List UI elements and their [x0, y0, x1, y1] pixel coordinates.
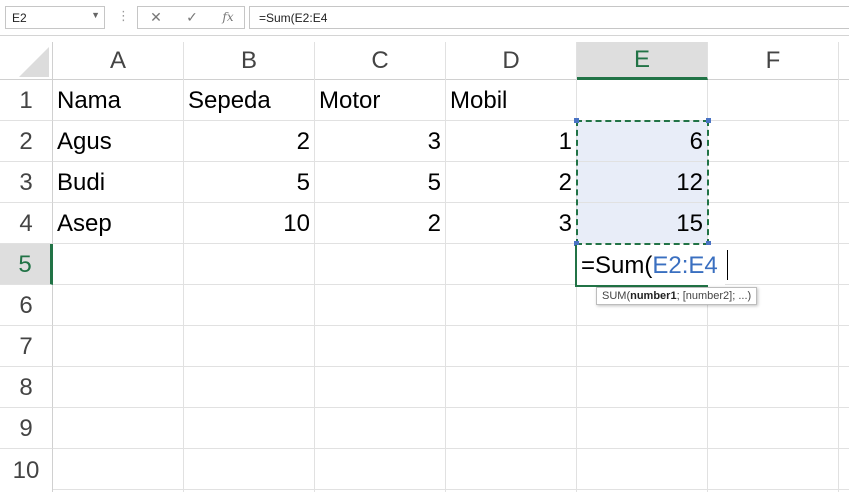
- more-options-icon[interactable]: ⋮: [117, 9, 130, 23]
- row-header-10[interactable]: 10: [0, 449, 53, 492]
- row-header-3[interactable]: 3: [0, 162, 53, 203]
- row-header-6[interactable]: 6: [0, 285, 53, 326]
- column-header-d[interactable]: D: [446, 42, 577, 80]
- grid-line: [838, 80, 839, 492]
- grid-line: [53, 284, 849, 285]
- cell-a2[interactable]: Agus: [53, 121, 183, 162]
- formula-buttons: ✕ ✓ fx: [137, 6, 245, 29]
- cell-b4[interactable]: 10: [184, 203, 314, 244]
- formula-bar: E2 ▼ ⋮ ✕ ✓ fx =Sum(E2:E4: [0, 0, 849, 36]
- cell-a1[interactable]: Nama: [53, 80, 183, 121]
- cell-c3[interactable]: 5: [315, 162, 445, 203]
- text-caret: [727, 250, 728, 280]
- cell-d3[interactable]: 2: [446, 162, 576, 203]
- cell-d2[interactable]: 1: [446, 121, 576, 162]
- grid-line: [53, 407, 849, 408]
- formula-text: =Sum(E2:E4: [259, 11, 328, 25]
- row-header-8[interactable]: 8: [0, 367, 53, 408]
- grid-line: [53, 366, 849, 367]
- column-header-row: A B C D E F: [0, 42, 849, 80]
- chevron-down-icon[interactable]: ▼: [91, 10, 100, 20]
- formula-prefix: =Sum(: [581, 252, 653, 279]
- cell-e5-formula: =Sum(E2:E4: [581, 245, 718, 286]
- row-header-9[interactable]: 9: [0, 408, 53, 449]
- row-header-1[interactable]: 1: [0, 80, 53, 121]
- cell-b1[interactable]: Sepeda: [184, 80, 314, 121]
- grid-line: [53, 489, 849, 490]
- column-header-f[interactable]: F: [708, 42, 839, 80]
- cell-d1[interactable]: Mobil: [446, 80, 576, 121]
- cell-c2[interactable]: 3: [315, 121, 445, 162]
- enter-icon[interactable]: ✓: [174, 7, 210, 28]
- row-header-7[interactable]: 7: [0, 326, 53, 367]
- cell-a3[interactable]: Budi: [53, 162, 183, 203]
- formula-input[interactable]: =Sum(E2:E4: [249, 6, 849, 29]
- cancel-icon[interactable]: ✕: [138, 7, 174, 28]
- column-header-a[interactable]: A: [53, 42, 184, 80]
- range-handle[interactable]: [574, 118, 579, 123]
- insert-function-icon[interactable]: fx: [210, 7, 246, 28]
- name-box-value: E2: [12, 11, 27, 25]
- formula-reference: E2:E4: [652, 252, 718, 279]
- column-header-e[interactable]: E: [577, 42, 708, 80]
- grid-line: [53, 448, 849, 449]
- tooltip-arg1: number1: [630, 290, 677, 302]
- cell-grid[interactable]: Nama Sepeda Motor Mobil Agus 2 3 1 6 Bud…: [53, 80, 849, 492]
- cell-c4[interactable]: 2: [315, 203, 445, 244]
- tooltip-function: SUM(: [602, 290, 631, 302]
- row-header-5[interactable]: 5: [0, 244, 53, 285]
- row-header-2[interactable]: 2: [0, 121, 53, 162]
- select-all-icon: [19, 47, 49, 77]
- select-all-button[interactable]: [0, 42, 53, 80]
- function-tooltip[interactable]: SUM(number1; [number2]; ...): [596, 287, 758, 305]
- column-header-b[interactable]: B: [184, 42, 315, 80]
- cell-b3[interactable]: 5: [184, 162, 314, 203]
- row-header-4[interactable]: 4: [0, 203, 53, 244]
- cell-d4[interactable]: 3: [446, 203, 576, 244]
- cell-a4[interactable]: Asep: [53, 203, 183, 244]
- name-box[interactable]: E2 ▼: [5, 6, 105, 29]
- range-marquee: [576, 120, 709, 245]
- cell-b2[interactable]: 2: [184, 121, 314, 162]
- cell-c1[interactable]: Motor: [315, 80, 445, 121]
- grid-line: [53, 325, 849, 326]
- column-header-c[interactable]: C: [315, 42, 446, 80]
- tooltip-rest: ; [number2]; ...): [676, 290, 752, 302]
- range-handle[interactable]: [706, 118, 711, 123]
